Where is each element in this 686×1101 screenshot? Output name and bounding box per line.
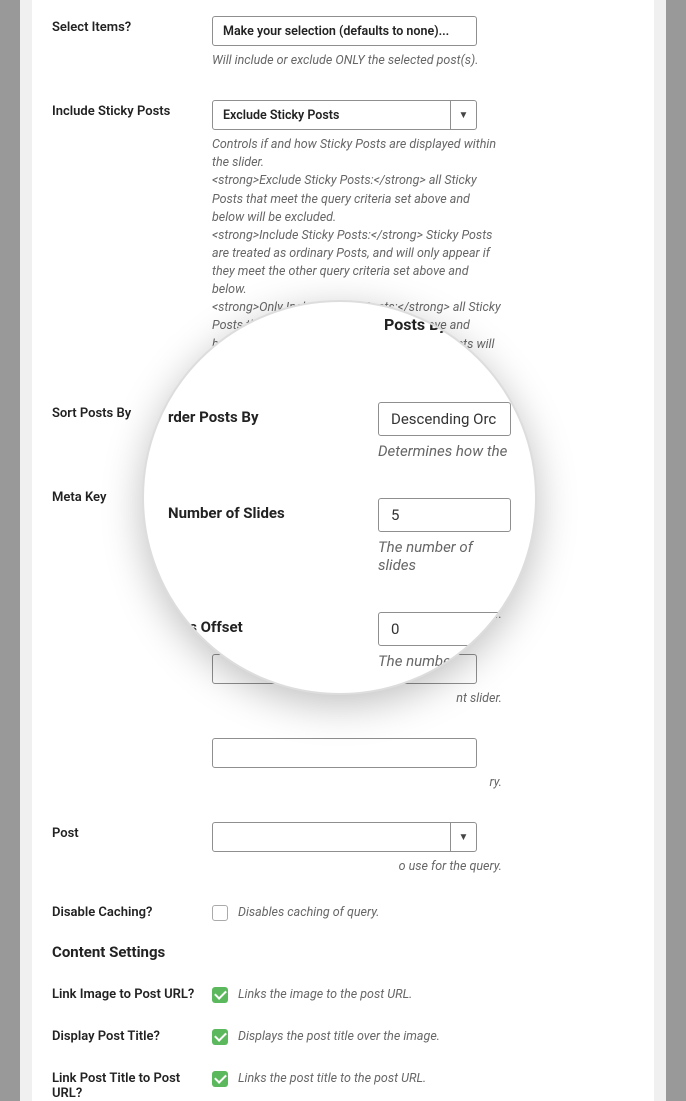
select-items-helper: Will include or exclude ONLY the selecte… xyxy=(212,52,502,70)
mag-num-label: Number of Slides xyxy=(168,498,378,522)
field-link-title: Link Post Title to Post URL? Links the p… xyxy=(52,1067,634,1101)
label-disable-caching: Disable Caching? xyxy=(52,905,212,920)
label-post-type: Post xyxy=(52,822,212,841)
mag-offset-value: 0 xyxy=(391,620,399,638)
display-title-helper: Displays the post title over the image. xyxy=(238,1029,440,1044)
field-disable-caching: Disable Caching? Disables caching of que… xyxy=(52,901,634,921)
label-display-title: Display Post Title? xyxy=(52,1029,212,1044)
link-image-helper: Links the image to the post URL. xyxy=(238,987,412,1002)
label-sticky-posts: Include Sticky Posts xyxy=(52,100,212,119)
label-link-image: Link Image to Post URL? xyxy=(52,987,212,1002)
mag-num-value: 5 xyxy=(391,506,399,524)
mag-num-helper: The number of slides xyxy=(378,538,511,574)
link-image-checkbox[interactable] xyxy=(212,987,228,1003)
mag-order-helper: Determines how the xyxy=(378,442,511,460)
field-post-type: Post ▼ o use for the query. xyxy=(52,816,634,876)
mag-order-value: Descending Orc xyxy=(391,410,496,428)
field-link-image: Link Image to Post URL? Links the image … xyxy=(52,983,634,1003)
link-title-helper: Links the post title to the post URL. xyxy=(238,1071,426,1086)
field-select-items: Select Items? Make your selection (defau… xyxy=(52,10,634,70)
mag-offset-label: osts Offset xyxy=(168,612,378,636)
chevron-down-icon: ▼ xyxy=(450,101,476,129)
label-posts-offset xyxy=(52,738,212,742)
settings-panel: Select Items? Make your selection (defau… xyxy=(32,0,654,1101)
mag-order-label: rder Posts By xyxy=(168,402,378,426)
mag-offset-input[interactable]: 0 xyxy=(378,612,511,646)
label-select-items: Select Items? xyxy=(52,16,212,35)
link-title-checkbox[interactable] xyxy=(212,1071,228,1087)
select-items-dropdown[interactable]: Make your selection (defaults to none)..… xyxy=(212,16,477,46)
mag-order-input[interactable]: Descending Orc xyxy=(378,402,511,436)
label-link-title: Link Post Title to Post URL? xyxy=(52,1071,212,1101)
chevron-down-icon: ▼ xyxy=(450,823,476,851)
display-title-checkbox[interactable] xyxy=(212,1029,228,1045)
mag-offset-helper: The number c xyxy=(378,652,511,670)
mag-num-input[interactable]: 5 xyxy=(378,498,511,532)
select-items-value: Make your selection (defaults to none)..… xyxy=(223,24,449,39)
disable-caching-checkbox[interactable] xyxy=(212,905,228,921)
mag-frag-1: The xyxy=(384,300,412,312)
post-type-helper: o use for the query. xyxy=(212,858,502,876)
post-type-dropdown[interactable]: ▼ xyxy=(212,822,477,852)
posts-offset-input[interactable] xyxy=(212,738,477,768)
content-settings-heading: Content Settings xyxy=(52,943,634,961)
disable-caching-helper: Disables caching of query. xyxy=(238,905,379,920)
sticky-posts-dropdown[interactable]: Exclude Sticky Posts ▼ xyxy=(212,100,477,130)
magnifier-lens: The Posts By rder Posts By Descending Or… xyxy=(142,300,537,695)
mag-frag-2: Posts By xyxy=(384,315,447,334)
field-display-title: Display Post Title? Displays the post ti… xyxy=(52,1025,634,1045)
sticky-posts-value: Exclude Sticky Posts xyxy=(213,108,450,123)
posts-offset-helper: ry. xyxy=(212,774,502,792)
field-posts-offset: ry. xyxy=(52,732,634,792)
